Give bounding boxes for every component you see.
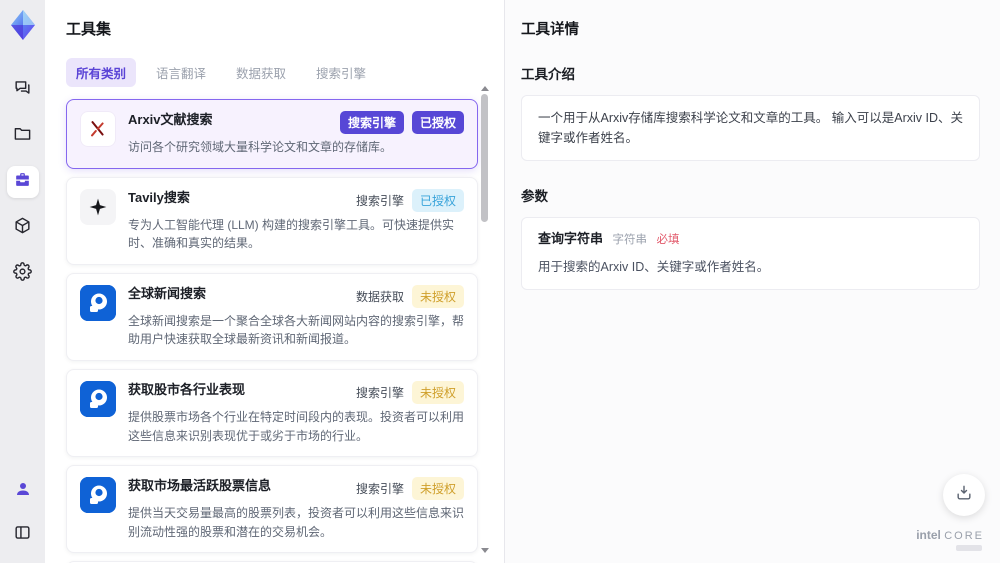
tool-card-title: 获取市场最活跃股票信息 <box>128 478 272 494</box>
sidebar-bottom <box>7 475 39 551</box>
tool-card-description: 提供当天交易量最高的股票列表，投资者可以利用这些信息来识别流动性强的股票和潜在的… <box>128 506 465 539</box>
sidebar-item-models[interactable] <box>7 212 39 244</box>
auth-status-badge: 已授权 <box>411 188 464 212</box>
gear-icon <box>13 262 32 286</box>
intel-sub-badge <box>956 545 982 551</box>
tool-card-title: 获取股市各行业表现 <box>128 381 246 397</box>
tool-list-panel: 工具集 所有类别 语言翻译 数据获取 搜索引擎 Arxiv文献搜索 搜索引擎 已… <box>45 0 505 563</box>
auth-status-badge: 未授权 <box>411 380 464 404</box>
sidebar-item-files[interactable] <box>7 120 39 152</box>
app-window: 工具集 所有类别 语言翻译 数据获取 搜索引擎 Arxiv文献搜索 搜索引擎 已… <box>0 0 1000 563</box>
tool-detail-panel: 工具详情 工具介绍 一个用于从Arxiv存储库搜索科学论文和文章的工具。 输入可… <box>505 0 1000 563</box>
tab-search-engine[interactable]: 搜索引擎 <box>306 58 376 87</box>
core-brand-text: CORE <box>944 529 984 542</box>
param-box: 查询字符串 字符串 必填 用于搜索的Arxiv ID、关键字或作者姓名。 <box>521 217 980 290</box>
tool-card-sector-performance[interactable]: 获取股市各行业表现 搜索引擎 未授权 提供股票市场各个行业在特定时间段内的表现。… <box>66 368 478 458</box>
intel-core-logo: intel CORE <box>916 527 984 551</box>
scroll-up-arrow-icon[interactable] <box>480 86 489 91</box>
params-section-heading: 参数 <box>521 189 548 204</box>
tool-intro-text: 一个用于从Arxiv存储库搜索科学论文和文章的工具。 输入可以是Arxiv ID… <box>538 111 964 145</box>
tab-all-categories[interactable]: 所有类别 <box>66 58 137 87</box>
download-icon <box>954 483 974 508</box>
sidebar-item-settings[interactable] <box>7 258 39 290</box>
cube-icon <box>13 216 32 240</box>
user-icon <box>14 480 32 503</box>
panel-toggle-icon <box>13 523 32 547</box>
tool-card-description: 访问各个研究领域大量科学论文和文章的存储库。 <box>128 140 393 154</box>
tool-card-most-active-stocks[interactable]: 获取市场最活跃股票信息 搜索引擎 未授权 提供当天交易量最高的股票列表，投资者可… <box>66 465 478 554</box>
app-logo-icon <box>6 8 40 42</box>
sidebar-item-panel-toggle[interactable] <box>7 519 39 551</box>
tool-intro-box: 一个用于从Arxiv存储库搜索科学论文和文章的工具。 输入可以是Arxiv ID… <box>521 95 980 161</box>
sidebar <box>0 0 45 563</box>
stock-search-icon <box>80 380 116 417</box>
chat-icon <box>13 78 32 102</box>
auth-status-badge: 未授权 <box>411 284 464 308</box>
tool-card-description: 全球新闻搜索是一个聚合全球各大新闻网站内容的搜索引擎，帮助用户快速获取全球最新资… <box>128 313 465 347</box>
sidebar-item-chat[interactable] <box>7 74 39 106</box>
intro-section-heading: 工具介绍 <box>521 67 575 82</box>
sidebar-item-toolbox[interactable] <box>6 166 39 198</box>
param-name: 查询字符串 <box>538 231 604 246</box>
tool-card-arxiv[interactable]: Arxiv文献搜索 搜索引擎 已授权 访问各个研究领域大量科学论文和文章的存储库… <box>66 99 478 169</box>
list-scrollbar[interactable] <box>480 86 489 553</box>
sidebar-nav <box>6 74 39 290</box>
auth-status-badge: 已授权 <box>411 111 464 134</box>
tab-language-translation[interactable]: 语言翻译 <box>146 58 216 87</box>
tool-card-description: 提供股票市场各个行业在特定时间段内的表现。投资者可以利用这些信息来识别表现优于或… <box>128 409 465 443</box>
tool-card-global-news[interactable]: 全球新闻搜索 数据获取 未授权 全球新闻搜索是一个聚合全球各大新闻网站内容的搜索… <box>66 272 478 361</box>
tool-card-list: Arxiv文献搜索 搜索引擎 已授权 访问各个研究领域大量科学论文和文章的存储库… <box>66 99 478 563</box>
toolbox-icon <box>13 170 32 194</box>
folder-icon <box>13 124 32 148</box>
stock-search-icon <box>80 477 116 514</box>
tool-card-title: 全球新闻搜索 <box>128 285 207 301</box>
param-required-badge: 必填 <box>656 234 680 246</box>
category-tabs: 所有类别 语言翻译 数据获取 搜索引擎 <box>66 58 504 87</box>
tool-card-description: 专为人工智能代理 (LLM) 构建的搜索引擎工具。可快速提供实时、准确和真实的结… <box>128 217 455 251</box>
sidebar-item-user[interactable] <box>7 475 39 507</box>
tool-card-title: Arxiv文献搜索 <box>128 112 213 127</box>
download-button[interactable] <box>943 474 985 516</box>
tab-data-fetch[interactable]: 数据获取 <box>226 58 296 87</box>
param-type: 字符串 <box>612 234 648 246</box>
intel-brand-text: intel <box>916 527 941 542</box>
tool-card-title: Tavily搜索 <box>128 189 190 205</box>
scroll-down-arrow-icon[interactable] <box>480 548 489 553</box>
news-search-icon <box>80 284 116 321</box>
page-title: 工具集 <box>66 21 112 38</box>
category-badge: 搜索引擎 <box>339 111 404 134</box>
param-header-row: 查询字符串 字符串 必填 <box>538 230 963 249</box>
tavily-star-icon <box>80 188 116 225</box>
category-badge: 搜索引擎 <box>355 193 404 208</box>
param-description: 用于搜索的Arxiv ID、关键字或作者姓名。 <box>538 259 770 274</box>
detail-panel-title: 工具详情 <box>521 22 579 38</box>
arxiv-icon <box>80 111 116 147</box>
auth-status-badge: 未授权 <box>411 477 464 501</box>
tool-card-tavily[interactable]: Tavily搜索 搜索引擎 已授权 专为人工智能代理 (LLM) 构建的搜索引擎… <box>66 176 478 265</box>
category-badge: 搜索引擎 <box>355 482 404 497</box>
category-badge: 数据获取 <box>355 289 404 304</box>
scrollbar-thumb[interactable] <box>481 94 488 222</box>
category-badge: 搜索引擎 <box>355 385 404 400</box>
